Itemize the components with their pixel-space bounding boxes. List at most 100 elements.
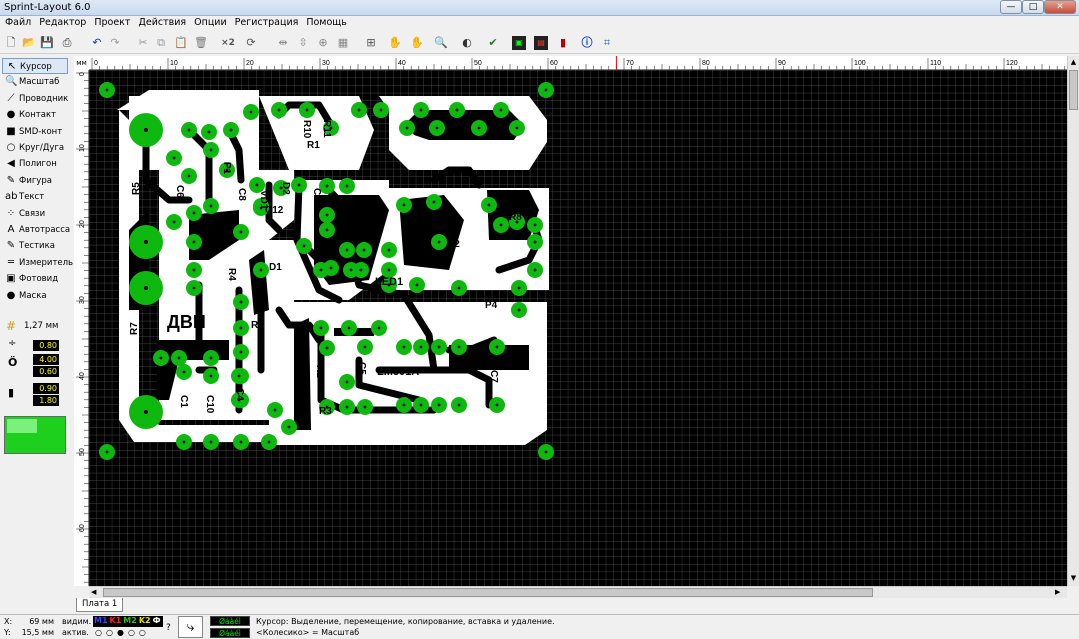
tool-4[interactable]: ● Контакт xyxy=(2,107,68,123)
active-layer-radios[interactable]: ○○●○○ xyxy=(95,628,150,637)
tool-13[interactable]: ═ Измеритель xyxy=(2,255,73,271)
menu-options[interactable]: Опции xyxy=(189,16,230,28)
duplicate-button[interactable]: ×2 xyxy=(218,36,238,50)
component-icon[interactable]: ⊞ xyxy=(364,36,378,50)
align-icon[interactable]: ⊕ xyxy=(316,36,330,50)
pad-drill-hole xyxy=(544,450,548,454)
close-button[interactable]: ✕ xyxy=(1044,0,1076,14)
pcb-canvas[interactable]: R5 R7 ДВП C6 P1 R1 C3 C12 R4 D1 R6 C1 C10 C4 R2 R3 C5 LED… xyxy=(89,70,1067,586)
pad-drill-hole xyxy=(432,200,436,204)
track-mode-icon[interactable]: ⤷ xyxy=(178,616,203,638)
maximize-button[interactable]: □ xyxy=(1022,0,1044,14)
tool-12[interactable]: ✎ Тестика xyxy=(2,238,68,254)
pad-drill-hole xyxy=(363,345,367,349)
tool-5[interactable]: ■ SMD-конт xyxy=(2,124,68,140)
grid-setting[interactable]: # 1,27 мм xyxy=(2,318,68,334)
battery-icon[interactable]: ▮ xyxy=(556,36,570,50)
scan-icon[interactable]: ⌗ xyxy=(600,36,614,50)
copy-icon[interactable]: ⧉ xyxy=(154,36,168,50)
group-icon[interactable]: ▦ xyxy=(336,36,350,50)
tool-10[interactable]: ⁘ Связи xyxy=(2,206,68,222)
tool-icon: ◀ xyxy=(7,158,15,170)
track-width-input[interactable]: 0.80 xyxy=(33,340,59,351)
pad-drill-hole xyxy=(402,345,406,349)
save-icon[interactable]: 💾 xyxy=(40,36,54,50)
pad-drill-hole xyxy=(144,286,148,290)
tool-15[interactable]: ● Маска xyxy=(2,288,68,304)
tool-icon: ↖ xyxy=(7,61,17,72)
pad-drill-hole xyxy=(435,126,439,130)
tool-6[interactable]: ○ Круг/Дуга xyxy=(2,140,68,156)
menu-edit[interactable]: Редактор xyxy=(34,16,89,28)
pad-drill-hole xyxy=(345,184,349,188)
menu-file[interactable]: Файл xyxy=(0,16,34,28)
active-layer-color-swatch[interactable] xyxy=(4,416,66,454)
tool-7[interactable]: ◀ Полигон xyxy=(2,156,68,172)
pad-drill-hole xyxy=(325,213,329,217)
undo-icon[interactable]: ↶ xyxy=(90,36,104,50)
layer-f-toggle[interactable]: Ф xyxy=(152,616,162,625)
mirror-vertical-icon[interactable]: ⇳ xyxy=(296,36,310,50)
layer-m2-toggle[interactable]: M2 xyxy=(122,616,138,625)
pad-drill-hole xyxy=(377,326,381,330)
pad-inner-input[interactable]: 0.60 xyxy=(33,366,59,377)
horizontal-scroll-thumb[interactable] xyxy=(103,588,873,597)
tool-11[interactable]: A Автотрасса xyxy=(2,222,71,238)
pad-drill-hole xyxy=(297,183,301,187)
menu-actions[interactable]: Действия xyxy=(133,16,189,28)
horizontal-scrollbar[interactable]: ◀ ▶ xyxy=(89,586,1067,598)
layer-k2-toggle[interactable]: K2 xyxy=(138,616,152,625)
menu-project[interactable]: Проект xyxy=(89,16,133,28)
tool-3[interactable]: ⟋ Проводник xyxy=(2,91,69,107)
mirror-horizontal-icon[interactable]: ⇹ xyxy=(276,36,290,50)
delete-icon[interactable]: 🗑 xyxy=(194,36,208,50)
smd-height-input[interactable]: 1.80 xyxy=(33,395,59,406)
pad-drill-hole xyxy=(363,405,367,409)
pad-drill-hole xyxy=(457,403,461,407)
lock-icon[interactable]: ✋ xyxy=(388,36,402,50)
info-icon[interactable]: ⓘ xyxy=(580,36,594,50)
scroll-down-icon[interactable]: ▼ xyxy=(1069,574,1078,584)
paste-icon[interactable]: 📋 xyxy=(174,36,188,50)
pad-drill-hole xyxy=(345,380,349,384)
tool-1[interactable]: ↖ Курсор xyxy=(2,58,68,74)
tool-9[interactable]: ab Текст xyxy=(2,189,68,205)
zoom-icon[interactable]: 🔍 xyxy=(434,36,448,50)
menu-registration[interactable]: Регистрация xyxy=(230,16,302,28)
vertical-scrollbar[interactable]: ▲ ▼ xyxy=(1067,56,1079,586)
tab-board-1[interactable]: Плата 1 xyxy=(76,598,124,612)
rotate-icon[interactable]: ⟳ xyxy=(244,36,258,50)
open-folder-icon[interactable]: 📂 xyxy=(22,36,36,50)
tool-label: Тестика xyxy=(19,241,55,252)
scroll-right-icon[interactable]: ▶ xyxy=(1055,588,1065,597)
minimize-button[interactable]: — xyxy=(1000,0,1022,14)
layer-m1-toggle[interactable]: M1 xyxy=(93,616,109,625)
drc-icon[interactable]: ✔ xyxy=(486,36,500,50)
unlock-icon[interactable]: ✋ xyxy=(410,36,424,50)
cut-icon[interactable]: ✂ xyxy=(136,36,150,50)
pad-outer-input[interactable]: 4.00 xyxy=(33,354,59,365)
pad-drill-hole xyxy=(159,356,163,360)
layer-k1-toggle[interactable]: K1 xyxy=(109,616,123,625)
tool-14[interactable]: ▣ Фотовид xyxy=(2,271,68,287)
component-list-icon[interactable]: ▤ xyxy=(534,36,548,50)
vertical-scroll-thumb[interactable] xyxy=(1069,70,1078,110)
smd-width-input[interactable]: 0.90 xyxy=(33,383,59,394)
transparency-icon[interactable]: ◐ xyxy=(460,36,474,50)
ruler-top-label: 60 xyxy=(550,60,558,67)
redo-icon[interactable]: ↷ xyxy=(108,36,122,50)
menu-help[interactable]: Помощь xyxy=(301,16,349,28)
tool-2[interactable]: 🔍 Масштаб xyxy=(2,74,68,90)
scroll-up-icon[interactable]: ▲ xyxy=(1069,58,1078,68)
print-icon[interactable]: ⎙ xyxy=(60,36,74,50)
scroll-left-icon[interactable]: ◀ xyxy=(91,588,101,597)
help-question-icon[interactable]: ? xyxy=(166,623,171,633)
active-layer-label: актив. xyxy=(62,628,89,637)
new-file-icon[interactable]: 🗋 xyxy=(4,36,18,50)
component-label: P1 xyxy=(221,162,232,175)
smd-size-icon: ▮ xyxy=(8,386,15,399)
ruler-top-label: 120 xyxy=(1006,60,1018,67)
tool-icon: ■ xyxy=(6,125,16,137)
photo-view-icon[interactable]: ▣ xyxy=(512,36,526,50)
tool-8[interactable]: ✎ Фигура xyxy=(2,173,68,189)
